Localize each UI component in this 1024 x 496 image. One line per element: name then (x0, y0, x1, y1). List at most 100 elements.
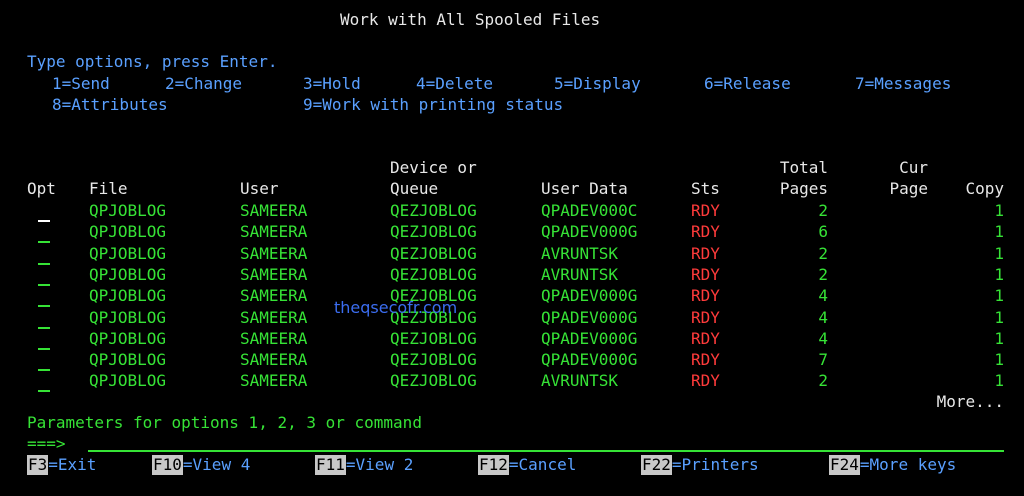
fkey-code: F10 (152, 455, 183, 475)
cell-total-pages: 4 (818, 308, 828, 327)
header-file: File (89, 179, 128, 198)
command-prompt-label: Parameters for options 1, 2, 3 or comman… (27, 413, 422, 432)
cell-copy: 1 (994, 286, 1004, 305)
header-user: User (240, 179, 279, 198)
cell-user: SAMEERA (240, 244, 308, 263)
cell-file: QPJOBLOG (89, 329, 167, 348)
fkey-label: =More keys (859, 455, 957, 474)
option-input[interactable] (38, 372, 50, 392)
cell-user: SAMEERA (240, 371, 308, 390)
cell-status: RDY (691, 286, 720, 305)
header-opt: Opt (27, 179, 56, 198)
cell-status: RDY (691, 329, 720, 348)
instruction-text: Type options, press Enter. (27, 52, 278, 71)
option-send: 1=Send (52, 74, 110, 93)
option-input[interactable] (38, 309, 50, 329)
f11-view2-key[interactable]: F11 =View 2 (315, 455, 413, 475)
cell-status: RDY (691, 265, 720, 284)
cell-status: RDY (691, 201, 720, 220)
cell-user-data: QPADEV000G (541, 329, 638, 348)
cell-total-pages: 2 (818, 371, 828, 390)
cell-status: RDY (691, 222, 720, 241)
header-total: Total (779, 158, 828, 177)
cell-status: RDY (691, 371, 720, 390)
cell-queue: QEZJOBLOG (390, 329, 477, 348)
cell-queue: QEZJOBLOG (390, 222, 477, 241)
cell-total-pages: 6 (818, 222, 828, 241)
cell-user: SAMEERA (240, 308, 308, 327)
cell-total-pages: 2 (818, 244, 828, 263)
f3-exit-key[interactable]: F3 =Exit (27, 455, 96, 475)
header-copy: Copy (965, 179, 1004, 198)
cell-copy: 1 (994, 244, 1004, 263)
option-input[interactable] (38, 330, 50, 350)
option-change: 2=Change (165, 74, 243, 93)
cell-file: QPJOBLOG (89, 286, 167, 305)
option-release: 6=Release (704, 74, 791, 93)
cell-queue: QEZJOBLOG (390, 244, 477, 263)
fkey-label: =Printers (671, 455, 759, 474)
cell-total-pages: 4 (818, 286, 828, 305)
cell-total-pages: 2 (818, 201, 828, 220)
cell-file: QPJOBLOG (89, 265, 167, 284)
header-cur: Cur (899, 158, 928, 177)
header-queue: Queue (390, 179, 439, 198)
option-display: 5=Display (554, 74, 641, 93)
cell-user-data: QPADEV000G (541, 222, 638, 241)
header-pages: Pages (779, 179, 828, 198)
screen-title: Work with All Spooled Files (340, 10, 601, 29)
header-device-or: Device or (390, 158, 477, 177)
cell-copy: 1 (994, 308, 1004, 327)
option-input[interactable] (38, 287, 50, 307)
option-input[interactable] (38, 202, 50, 222)
f22-printers-key[interactable]: F22 =Printers (641, 455, 759, 475)
cell-user: SAMEERA (240, 201, 308, 220)
cell-user: SAMEERA (240, 329, 308, 348)
option-delete: 4=Delete (416, 74, 494, 93)
option-input[interactable] (38, 223, 50, 243)
cell-queue: QEZJOBLOG (390, 265, 477, 284)
cell-copy: 1 (994, 201, 1004, 220)
cell-total-pages: 7 (818, 350, 828, 369)
cell-copy: 1 (994, 265, 1004, 284)
cell-user: SAMEERA (240, 350, 308, 369)
more-indicator: More... (936, 392, 1004, 411)
cell-file: QPJOBLOG (89, 244, 167, 263)
f24-more-keys-key[interactable]: F24 =More keys (829, 455, 956, 475)
cell-user-data: QPADEV000C (541, 201, 638, 220)
cell-status: RDY (691, 350, 720, 369)
option-input[interactable] (38, 351, 50, 371)
cell-user-data: AVRUNTSK (541, 265, 619, 284)
cell-total-pages: 4 (818, 329, 828, 348)
cell-total-pages: 2 (818, 265, 828, 284)
cell-user-data: AVRUNTSK (541, 244, 619, 263)
fkey-label: =Exit (48, 455, 97, 474)
cell-queue: QEZJOBLOG (390, 371, 477, 390)
cell-file: QPJOBLOG (89, 222, 167, 241)
option-input[interactable] (38, 266, 50, 286)
fkey-code: F22 (641, 455, 672, 475)
cell-user-data: QPADEV000G (541, 286, 638, 305)
fkey-code: F3 (27, 455, 49, 475)
fkey-label: =View 2 (345, 455, 414, 474)
option-printing-status: 9=Work with printing status (303, 95, 564, 114)
cell-status: RDY (691, 244, 720, 263)
cell-status: RDY (691, 308, 720, 327)
cell-file: QPJOBLOG (89, 371, 167, 390)
watermark-text: theqsecofr.com (334, 298, 458, 317)
fkey-code: F11 (315, 455, 346, 475)
option-attributes: 8=Attributes (52, 95, 168, 114)
command-input[interactable] (88, 450, 1004, 452)
header-page: Page (889, 179, 928, 198)
cell-user: SAMEERA (240, 265, 308, 284)
option-input[interactable] (38, 245, 50, 265)
cell-queue: QEZJOBLOG (390, 350, 477, 369)
cell-user-data: QPADEV000G (541, 308, 638, 327)
cell-copy: 1 (994, 350, 1004, 369)
cell-user: SAMEERA (240, 286, 308, 305)
cell-user-data: AVRUNTSK (541, 371, 619, 390)
cell-user: SAMEERA (240, 222, 308, 241)
cell-copy: 1 (994, 222, 1004, 241)
f10-view4-key[interactable]: F10 =View 4 (152, 455, 250, 475)
f12-cancel-key[interactable]: F12 =Cancel (478, 455, 576, 475)
